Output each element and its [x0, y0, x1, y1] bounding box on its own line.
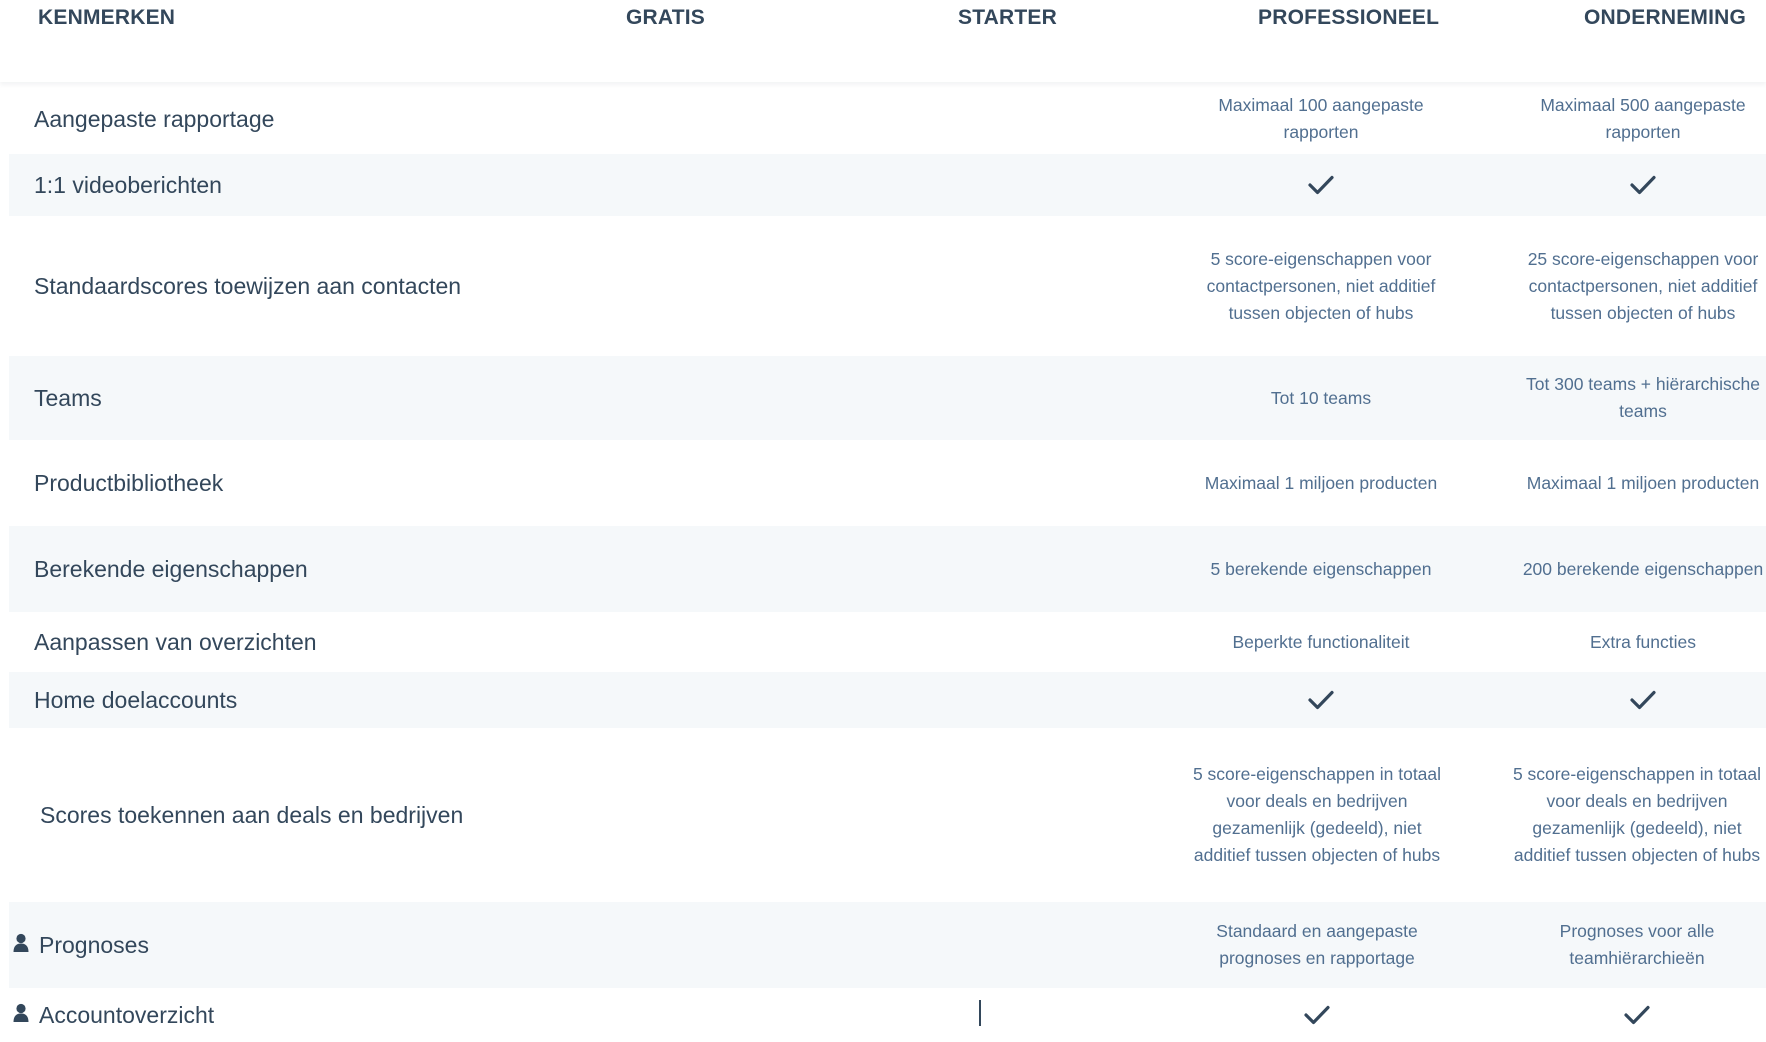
person-icon [13, 1002, 35, 1029]
feature-label: Aanpassen van overzichten [34, 628, 317, 655]
person-icon [13, 932, 35, 959]
pro-value: 5 score-eigenschappen voor contactperson… [1206, 248, 1436, 323]
pro-value: Standaard en aangepaste prognoses en rap… [1216, 921, 1418, 968]
table-row: Aangepaste rapportage Maximaal 100 aange… [9, 84, 1766, 154]
check-icon [1503, 672, 1766, 728]
header-free: GRATIS [626, 6, 705, 29]
check-icon [1177, 988, 1457, 1042]
comparison-header: KENMERKEN GRATIS STARTER PROFESSIONEEL O… [0, 0, 1766, 82]
check-icon [1497, 988, 1766, 1042]
pro-value: Beperkte functionaliteit [1232, 631, 1410, 652]
pro-value: Maximaal 100 aangepaste rapporten [1218, 95, 1424, 142]
check-icon [1181, 154, 1461, 216]
enterprise-value: Tot 300 teams + hiërarchische teams [1526, 374, 1760, 421]
table-row: 1:1 videoberichten [9, 154, 1766, 216]
check-icon [1181, 672, 1461, 728]
table-row: Scores toekennen aan deals en bedrijven … [9, 728, 1766, 902]
table-row: Aanpassen van overzichten Beperkte funct… [9, 612, 1766, 672]
feature-label: Teams [34, 384, 102, 411]
header-features: KENMERKEN [38, 6, 176, 29]
table-row: Berekende eigenschappen 5 berekende eige… [9, 526, 1766, 612]
table-row: Standaardscores toewijzen aan contacten … [9, 216, 1766, 356]
header-enterprise: ONDERNEMING [1584, 6, 1747, 29]
check-icon [1503, 154, 1766, 216]
header-professional: PROFESSIONEEL [1258, 6, 1440, 29]
enterprise-value: 25 score-eigenschappen voor contactperso… [1527, 248, 1759, 323]
table-row: Prognoses Standaard en aangepaste progno… [9, 902, 1766, 988]
pro-value: Tot 10 teams [1270, 387, 1372, 408]
text-cursor [979, 1000, 981, 1026]
feature-label: Accountoverzicht [13, 988, 214, 1042]
table-row: Accountoverzicht [9, 988, 1766, 1042]
feature-label: Standaardscores toewijzen aan contacten [34, 272, 462, 299]
feature-label: Prognoses [13, 902, 149, 988]
header-starter: STARTER [958, 6, 1058, 29]
table-row: Home doelaccounts [9, 672, 1766, 728]
feature-label: Home doelaccounts [34, 686, 238, 713]
feature-label: 1:1 videoberichten [34, 171, 222, 198]
enterprise-value: Extra functies [1589, 631, 1697, 652]
enterprise-value: Maximaal 1 miljoen producten [1526, 472, 1760, 493]
pro-value: Maximaal 1 miljoen producten [1204, 472, 1438, 493]
enterprise-value: Maximaal 500 aangepaste rapporten [1540, 95, 1746, 142]
feature-label: Scores toekennen aan deals en bedrijven [40, 801, 464, 828]
feature-label-text: Accountoverzicht [39, 1001, 215, 1028]
feature-label: Productbibliotheek [34, 469, 224, 496]
feature-label: Berekende eigenschappen [34, 555, 308, 582]
enterprise-value: 5 score-eigenschappen in totaal voor dea… [1512, 764, 1762, 865]
table-row: Productbibliotheek Maximaal 1 miljoen pr… [9, 440, 1766, 526]
enterprise-value: 200 berekende eigenschappen [1522, 558, 1764, 579]
enterprise-value: Prognoses voor alle teamhiërarchieën [1559, 921, 1715, 968]
pro-value: 5 score-eigenschappen in totaal voor dea… [1192, 764, 1442, 865]
feature-label: Aangepaste rapportage [34, 105, 275, 132]
feature-label-text: Prognoses [39, 931, 149, 958]
table-row: Teams Tot 10 teams Tot 300 teams + hiëra… [9, 356, 1766, 440]
pro-value: 5 berekende eigenschappen [1210, 558, 1432, 579]
